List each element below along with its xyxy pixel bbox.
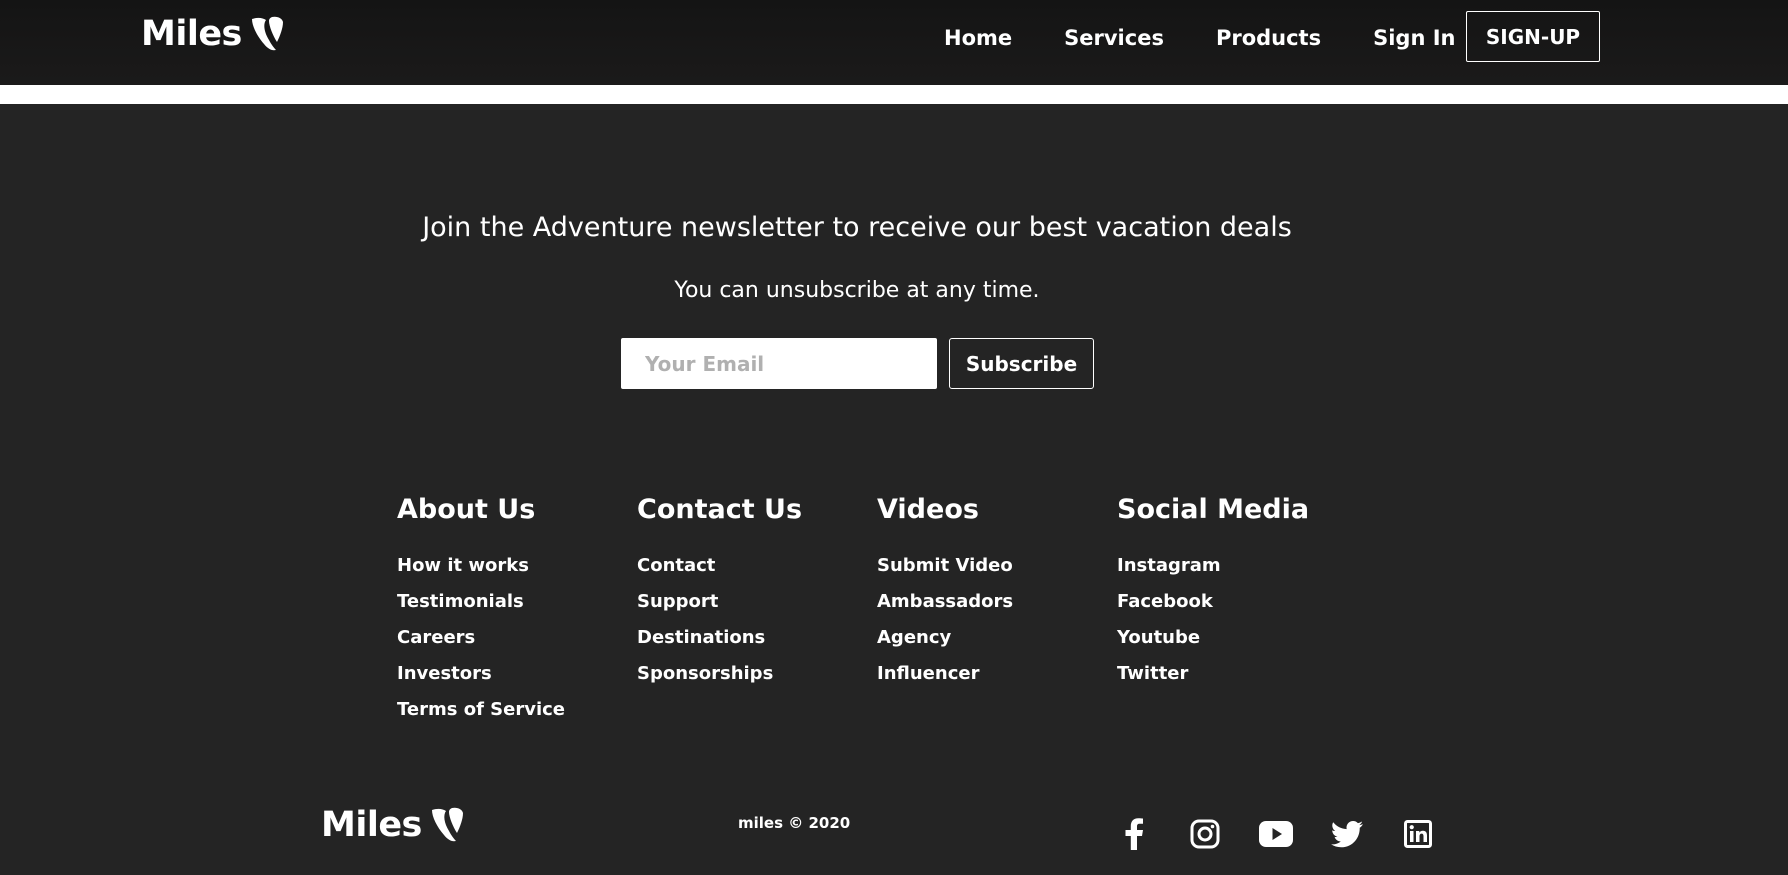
footer-column-contact: Contact Us Contact Support Destinations … <box>637 494 802 692</box>
footer-link-list: Instagram Facebook Youtube Twitter <box>1117 548 1309 692</box>
footer-link-submit-video[interactable]: Submit Video <box>877 548 1013 584</box>
footer-link-list: How it works Testimonials Careers Invest… <box>397 548 565 728</box>
footer-link-instagram[interactable]: Instagram <box>1117 548 1309 584</box>
header-divider <box>0 85 1788 104</box>
footer-column-videos: Videos Submit Video Ambassadors Agency I… <box>877 494 1013 692</box>
footer-link-careers[interactable]: Careers <box>397 620 565 656</box>
navbar: Miles Home Services Products Sign In SIG… <box>0 0 1788 85</box>
footer-column-title: Videos <box>877 494 979 525</box>
footer-link-influencer[interactable]: Influencer <box>877 656 1013 692</box>
footer-link-twitter[interactable]: Twitter <box>1117 656 1309 692</box>
footer-link-terms[interactable]: Terms of Service <box>397 692 565 728</box>
footer-column-about: About Us How it works Testimonials Caree… <box>397 494 565 728</box>
nav-products[interactable]: Products <box>1216 26 1321 50</box>
nav-sign-in[interactable]: Sign In <box>1373 26 1455 50</box>
footer-link-support[interactable]: Support <box>637 584 802 620</box>
footer-link-investors[interactable]: Investors <box>397 656 565 692</box>
footer-link-destinations[interactable]: Destinations <box>637 620 802 656</box>
brand-name: Miles <box>141 14 242 54</box>
nav-services[interactable]: Services <box>1064 26 1164 50</box>
footer-column-title: Social Media <box>1117 494 1310 525</box>
typo3-logo-icon <box>430 807 464 843</box>
footer-link-testimonials[interactable]: Testimonials <box>397 584 565 620</box>
footer-link-youtube[interactable]: Youtube <box>1117 620 1309 656</box>
footer-link-how-it-works[interactable]: How it works <box>397 548 565 584</box>
typo3-logo-icon <box>250 16 284 52</box>
nav-menu: Home Services Products Sign In <box>944 0 1516 75</box>
newsletter-subtext: You can unsubscribe at any time. <box>674 278 1040 303</box>
facebook-icon[interactable] <box>1116 816 1152 852</box>
footer-column-title: About Us <box>397 494 536 525</box>
footer-brand-logo[interactable]: Miles <box>321 805 464 845</box>
signup-button[interactable]: SIGN-UP <box>1466 11 1600 62</box>
youtube-icon[interactable] <box>1258 816 1294 852</box>
linkedin-icon[interactable] <box>1400 816 1436 852</box>
footer-column-social: Social Media Instagram Facebook Youtube … <box>1117 494 1309 692</box>
social-icons <box>1116 816 1436 852</box>
nav-home[interactable]: Home <box>944 26 1012 50</box>
footer-link-contact[interactable]: Contact <box>637 548 802 584</box>
footer-link-agency[interactable]: Agency <box>877 620 1013 656</box>
footer-column-title: Contact Us <box>637 494 803 525</box>
footer-link-ambassadors[interactable]: Ambassadors <box>877 584 1013 620</box>
twitter-icon[interactable] <box>1329 816 1365 852</box>
email-input[interactable] <box>621 338 937 389</box>
copyright-text: miles © 2020 <box>738 814 851 832</box>
footer-link-list: Contact Support Destinations Sponsorship… <box>637 548 802 692</box>
footer-link-list: Submit Video Ambassadors Agency Influenc… <box>877 548 1013 692</box>
footer-link-sponsorships[interactable]: Sponsorships <box>637 656 802 692</box>
footer-brand-name: Miles <box>321 805 422 845</box>
newsletter-heading: Join the Adventure newsletter to receive… <box>422 212 1292 243</box>
subscribe-button[interactable]: Subscribe <box>949 338 1094 389</box>
footer-link-facebook[interactable]: Facebook <box>1117 584 1309 620</box>
instagram-icon[interactable] <box>1187 816 1223 852</box>
brand-logo[interactable]: Miles <box>141 14 284 54</box>
